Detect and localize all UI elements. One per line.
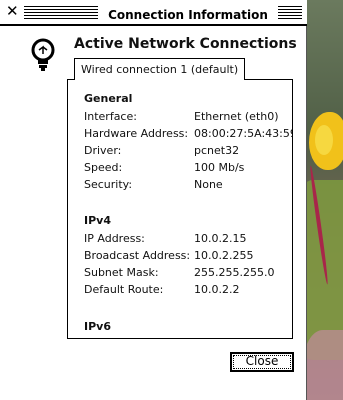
interface-label: Interface:	[84, 110, 137, 123]
background-flower-highlight	[315, 125, 333, 155]
broadcast-address-value: 10.0.2.255	[194, 249, 254, 262]
speed-value: 100 Mb/s	[194, 161, 245, 174]
connection-info-dialog: ✕ Connection Information Active Network …	[0, 0, 307, 400]
window-close-icon[interactable]: ✕	[6, 3, 19, 19]
title-stripes-right	[278, 6, 302, 20]
dialog-heading: Active Network Connections	[74, 36, 297, 52]
hardware-address-label: Hardware Address:	[84, 127, 189, 140]
ipv6-heading: IPv6	[84, 320, 111, 333]
subnet-mask-label: Subnet Mask:	[84, 266, 159, 279]
broadcast-address-label: Broadcast Address:	[84, 249, 191, 262]
subnet-mask-value: 255.255.255.0	[194, 266, 275, 279]
title-stripes-left	[24, 6, 98, 20]
default-route-value: 10.0.2.2	[194, 283, 240, 296]
driver-label: Driver:	[84, 144, 122, 157]
default-route-label: Default Route:	[84, 283, 164, 296]
hardware-address-value: 08:00:27:5A:43:59	[194, 127, 293, 140]
general-heading: General	[84, 92, 133, 105]
close-button[interactable]: Close	[230, 352, 294, 372]
interface-value: Ethernet (eth0)	[194, 110, 279, 123]
tab-wired-connection[interactable]: Wired connection 1 (default)	[74, 58, 246, 80]
security-value: None	[194, 178, 223, 191]
title-bar: ✕ Connection Information	[0, 0, 307, 26]
window-title: Connection Information	[100, 6, 276, 24]
driver-value: pcnet32	[194, 144, 240, 157]
background-petal	[303, 330, 343, 400]
speed-label: Speed:	[84, 161, 123, 174]
lightbulb-icon	[31, 38, 55, 71]
ipv4-heading: IPv4	[84, 214, 111, 227]
connection-details-panel: General Interface: Ethernet (eth0) Hardw…	[67, 79, 293, 339]
ip-address-value: 10.0.2.15	[194, 232, 247, 245]
security-label: Security:	[84, 178, 133, 191]
ip-address-label: IP Address:	[84, 232, 145, 245]
